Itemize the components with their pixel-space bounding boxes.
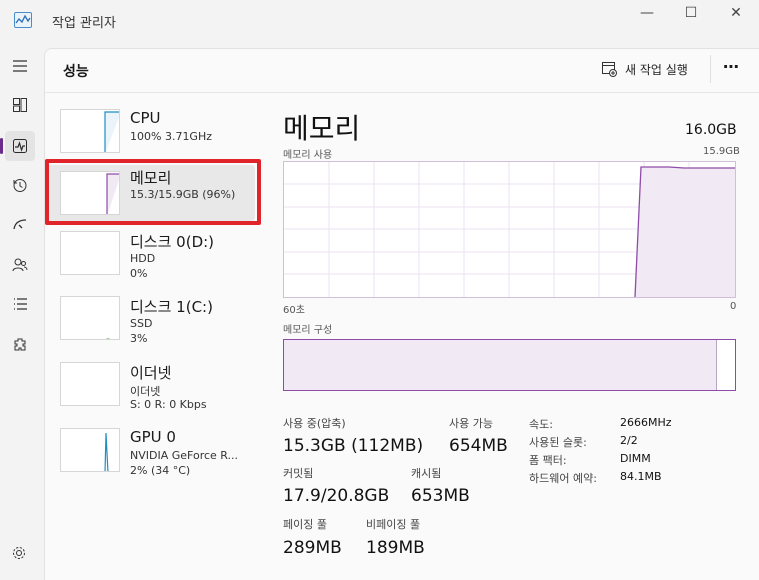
- committed-label: 커밋됨: [283, 467, 314, 480]
- hardware-reserved-label: 하드웨어 예약:: [529, 472, 597, 485]
- nonpaged-pool-value: 189MB: [366, 538, 425, 558]
- resource-detail: NVIDIA GeForce R...: [130, 449, 239, 462]
- resource-card-cpu[interactable]: CPU 100% 3.71GHz: [45, 109, 255, 165]
- detail-total-memory: 16.0GB: [685, 122, 737, 138]
- in-use-value: 15.3GB (112MB): [283, 436, 424, 456]
- in-use-label: 사용 중(압축): [283, 417, 346, 430]
- memory-composition-bar: [283, 339, 736, 391]
- resource-detail: SSD: [130, 317, 153, 330]
- processes-icon: [13, 98, 27, 112]
- paged-pool-label: 페이징 풀: [283, 518, 327, 531]
- resource-title: GPU 0: [130, 428, 176, 446]
- resource-title: CPU: [130, 109, 161, 127]
- close-button[interactable]: ✕: [714, 0, 758, 26]
- resource-detail: 100% 3.71GHz: [130, 130, 213, 143]
- composition-label: 메모리 구성: [283, 325, 333, 336]
- available-label: 사용 가능: [449, 417, 493, 430]
- new-task-icon: [602, 62, 617, 77]
- resource-usage: 0%: [130, 267, 148, 280]
- run-new-task-label: 새 작업 실행: [625, 62, 688, 77]
- nav-services[interactable]: [5, 330, 35, 360]
- slots-used-value: 2/2: [620, 434, 638, 447]
- memory-usage-graph: [283, 161, 736, 298]
- maximize-button[interactable]: ☐: [669, 0, 713, 26]
- available-value: 654MB: [449, 436, 508, 456]
- cpu-thumbnail-graph: [60, 109, 120, 153]
- resource-title: 디스크 0(D:): [130, 233, 215, 251]
- nav-details[interactable]: [5, 289, 35, 319]
- run-new-task-button[interactable]: 새 작업 실행: [601, 58, 688, 80]
- nav-active-indicator: [0, 138, 3, 154]
- resource-usage: S: 0 R: 0 Kbps: [130, 398, 207, 411]
- usage-graph-max: 15.9GB: [703, 146, 740, 157]
- task-manager-app-icon: [14, 12, 32, 28]
- users-icon: [12, 258, 28, 272]
- header-divider: [710, 55, 711, 83]
- nav-processes[interactable]: [5, 90, 35, 120]
- menu-icon: [13, 60, 27, 72]
- nav-performance[interactable]: [5, 131, 35, 161]
- nav-startup-apps[interactable]: [5, 210, 35, 240]
- resource-detail: 이더넷: [130, 385, 161, 398]
- gpu-thumbnail-graph: [60, 428, 120, 472]
- cached-value: 653MB: [411, 486, 470, 506]
- ethernet-thumbnail-graph: [60, 362, 120, 406]
- services-icon: [14, 338, 26, 351]
- disk0-thumbnail-graph: [60, 231, 120, 275]
- nav-app-history[interactable]: [5, 170, 35, 200]
- red-highlight-box: [45, 159, 261, 225]
- cached-label: 캐시됨: [411, 467, 442, 480]
- resource-card-disk0[interactable]: 디스크 0(D:) HDD 0%: [45, 231, 255, 287]
- time-axis-label: 60초: [283, 305, 305, 316]
- startup-icon: [13, 219, 27, 230]
- time-axis-zero: 0: [730, 301, 737, 312]
- resource-card-gpu[interactable]: GPU 0 NVIDIA GeForce R... 2% (34 °C): [45, 428, 255, 484]
- speed-label: 속도:: [529, 418, 553, 431]
- details-icon: [14, 298, 27, 310]
- slots-used-label: 사용된 슬롯:: [529, 436, 587, 449]
- resource-card-disk1[interactable]: 디스크 1(C:) SSD 3%: [45, 296, 255, 352]
- settings-icon[interactable]: [11, 545, 27, 561]
- more-options-button[interactable]: ⋯: [723, 57, 740, 76]
- resource-detail: HDD: [130, 252, 156, 265]
- resource-usage: 2% (34 °C): [130, 464, 191, 477]
- paged-pool-value: 289MB: [283, 538, 342, 558]
- performance-icon: [13, 139, 27, 153]
- disk1-thumbnail-graph: [60, 296, 120, 340]
- window-title: 작업 관리자: [52, 16, 116, 31]
- resource-usage: 3%: [130, 332, 148, 345]
- hamburger-menu-button[interactable]: [5, 51, 35, 81]
- hardware-reserved-value: 84.1MB: [620, 470, 662, 483]
- performance-panel: 성능 새 작업 실행 ⋯ CPU 100% 3.71GHz 메모리 15.3/1…: [44, 48, 759, 580]
- usage-graph-label: 메모리 사용: [283, 150, 333, 161]
- nonpaged-pool-label: 비페이징 풀: [366, 518, 421, 531]
- detail-title: 메모리: [283, 112, 361, 145]
- resource-title: 디스크 1(C:): [130, 298, 213, 316]
- page-title: 성능: [63, 64, 89, 80]
- committed-value: 17.9/20.8GB: [283, 486, 390, 506]
- header-divider-line: [45, 92, 759, 93]
- form-factor-label: 폼 팩터:: [529, 454, 567, 467]
- resource-title: 이더넷: [130, 364, 172, 382]
- speed-value: 2666MHz: [620, 416, 672, 429]
- resource-card-ethernet[interactable]: 이더넷 이더넷 S: 0 R: 0 Kbps: [45, 362, 255, 418]
- composition-in-use-fill: [284, 340, 717, 390]
- form-factor-value: DIMM: [620, 452, 651, 465]
- app-history-icon: [13, 179, 27, 192]
- title-bar: 작업 관리자 — ☐ ✕: [0, 0, 759, 48]
- nav-users[interactable]: [5, 250, 35, 280]
- minimize-button[interactable]: —: [625, 0, 669, 26]
